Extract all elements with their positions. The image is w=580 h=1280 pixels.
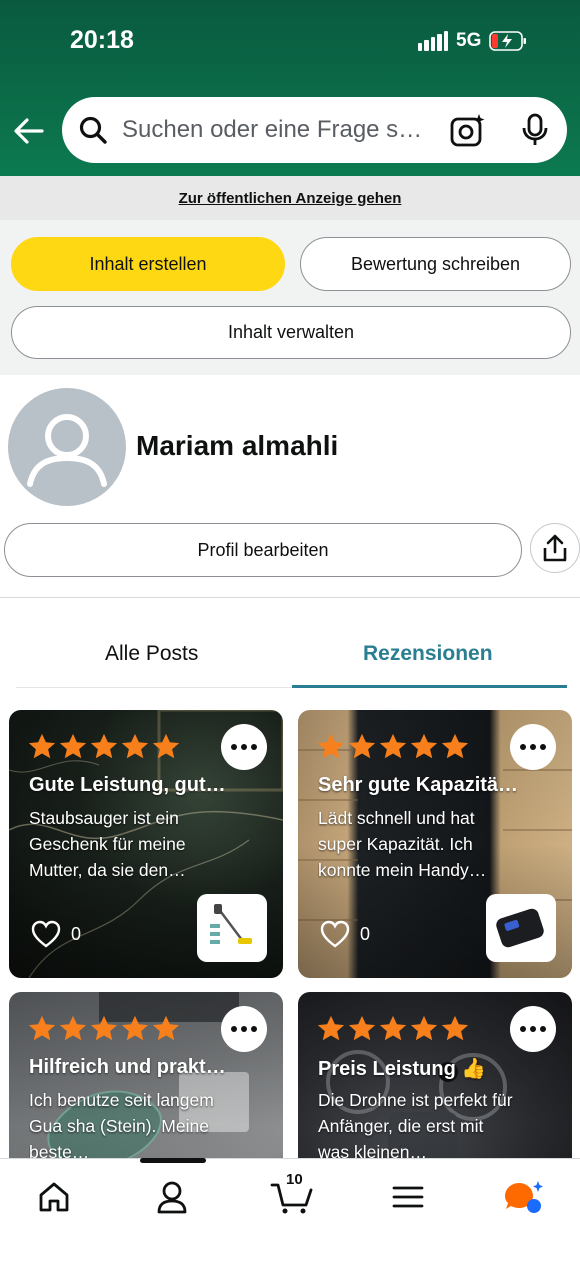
star-icon bbox=[379, 1015, 407, 1041]
home-indicator bbox=[140, 1158, 206, 1163]
review-grid: Gute Leistung, gut… Staubsauger ist ein … bbox=[0, 690, 580, 1160]
camera-lens-icon[interactable] bbox=[450, 113, 486, 147]
nav-menu[interactable] bbox=[378, 1177, 438, 1217]
tab-reviews[interactable]: Rezensionen bbox=[363, 642, 493, 666]
profile-name: Mariam almahli bbox=[136, 430, 339, 461]
default-avatar-icon bbox=[27, 414, 107, 487]
avatar[interactable] bbox=[8, 388, 126, 506]
star-icon bbox=[28, 1015, 56, 1041]
write-review-button[interactable]: Bewertung schreiben bbox=[300, 237, 571, 291]
profile-icon bbox=[157, 1181, 187, 1214]
like-button[interactable]: 0 bbox=[31, 920, 81, 948]
review-card[interactable]: Preis Leistung 👍 Die Drohne ist perfekt … bbox=[298, 992, 572, 1160]
share-icon bbox=[543, 534, 567, 562]
nav-rufus[interactable] bbox=[494, 1177, 554, 1217]
star-icon bbox=[410, 733, 438, 759]
review-title: Preis Leistung 👍 bbox=[318, 1058, 487, 1080]
star-icon bbox=[317, 733, 345, 759]
battery-icon bbox=[489, 31, 527, 51]
star-icon bbox=[410, 1015, 438, 1041]
share-button[interactable] bbox=[530, 523, 580, 573]
cart-count-badge: 10 bbox=[286, 1171, 303, 1188]
review-text: Ich benutze seit langem Gua sha (Stein).… bbox=[29, 1090, 214, 1160]
review-text: Die Drohne ist perfekt für Anfänger, die… bbox=[318, 1090, 513, 1160]
status-time: 20:18 bbox=[70, 26, 134, 54]
active-tab-indicator bbox=[292, 685, 567, 688]
product-thumbnail[interactable] bbox=[486, 894, 556, 962]
star-icon bbox=[317, 1015, 345, 1041]
review-title: Sehr gute Kapazitä… bbox=[318, 774, 519, 796]
star-icon bbox=[90, 1015, 118, 1041]
vacuum-product-icon bbox=[210, 904, 252, 944]
star-icon bbox=[121, 733, 149, 759]
star-icon bbox=[90, 733, 118, 759]
heart-icon bbox=[320, 920, 350, 948]
more-options-button[interactable] bbox=[221, 1006, 267, 1052]
star-icon bbox=[348, 1015, 376, 1041]
star-icon bbox=[59, 1015, 87, 1041]
like-count: 0 bbox=[71, 923, 82, 944]
star-icon bbox=[441, 1015, 469, 1041]
search-bar[interactable]: Suchen oder eine Frage s… bbox=[62, 97, 567, 163]
profile-section: Mariam almahli Profil bearbeiten bbox=[0, 375, 580, 620]
bottom-navigation: 10 bbox=[0, 1158, 580, 1280]
star-icon bbox=[152, 1015, 180, 1041]
star-icon bbox=[348, 733, 376, 759]
rufus-icon bbox=[505, 1181, 543, 1213]
review-text: Lädt schnell und hat super Kapazität. Ic… bbox=[318, 808, 487, 880]
home-icon bbox=[39, 1182, 69, 1212]
signal-icon bbox=[418, 31, 449, 51]
app-header: 20:18 5G Suchen oder eine Frage s… bbox=[0, 0, 580, 176]
star-icon bbox=[59, 733, 87, 759]
network-type: 5G bbox=[456, 30, 482, 51]
review-text: Staubsauger ist ein Geschenk für meine M… bbox=[29, 808, 186, 880]
tab-all-posts[interactable]: Alle Posts bbox=[105, 642, 198, 666]
nav-profile[interactable] bbox=[142, 1177, 202, 1217]
search-icon bbox=[79, 116, 107, 144]
product-thumbnail[interactable] bbox=[197, 894, 267, 962]
create-content-button[interactable]: Inhalt erstellen bbox=[11, 237, 285, 291]
status-icons: 5G bbox=[418, 28, 527, 54]
review-card[interactable]: Gute Leistung, gut… Staubsauger ist ein … bbox=[9, 710, 283, 978]
star-icon bbox=[379, 733, 407, 759]
rating-stars bbox=[27, 732, 181, 762]
star-icon bbox=[441, 733, 469, 759]
rating-stars bbox=[27, 1014, 181, 1044]
powerbank-product-icon bbox=[496, 908, 544, 948]
public-view-bar: Zur öffentlichen Anzeige gehen bbox=[0, 176, 580, 220]
menu-icon bbox=[392, 1186, 424, 1208]
back-arrow-icon[interactable] bbox=[12, 114, 46, 148]
manage-content-button[interactable]: Inhalt verwalten bbox=[11, 306, 571, 359]
public-view-link[interactable]: Zur öffentlichen Anzeige gehen bbox=[179, 190, 402, 207]
microphone-icon[interactable] bbox=[520, 113, 550, 147]
rating-stars bbox=[316, 1014, 470, 1044]
star-icon bbox=[121, 1015, 149, 1041]
more-options-button[interactable] bbox=[510, 724, 556, 770]
star-icon bbox=[28, 733, 56, 759]
review-title: Hilfreich und prakt… bbox=[29, 1056, 226, 1078]
heart-icon bbox=[31, 920, 61, 948]
divider bbox=[0, 597, 580, 598]
action-buttons: Inhalt erstellen Bewertung schreiben Inh… bbox=[0, 220, 580, 375]
more-options-button[interactable] bbox=[221, 724, 267, 770]
nav-home[interactable] bbox=[24, 1177, 84, 1217]
search-input[interactable]: Suchen oder eine Frage s… bbox=[122, 116, 442, 144]
review-card[interactable]: Hilfreich und prakt… Ich benutze seit la… bbox=[9, 992, 283, 1160]
like-button[interactable]: 0 bbox=[320, 920, 370, 948]
review-title: Gute Leistung, gut… bbox=[29, 774, 226, 796]
rating-stars bbox=[316, 732, 470, 762]
edit-profile-button[interactable]: Profil bearbeiten bbox=[4, 523, 522, 577]
review-card[interactable]: Sehr gute Kapazitä… Lädt schnell und hat… bbox=[298, 710, 572, 978]
content-tabs: Alle Posts Rezensionen bbox=[0, 620, 580, 690]
like-count: 0 bbox=[360, 923, 371, 944]
star-icon bbox=[152, 733, 180, 759]
more-options-button[interactable] bbox=[510, 1006, 556, 1052]
